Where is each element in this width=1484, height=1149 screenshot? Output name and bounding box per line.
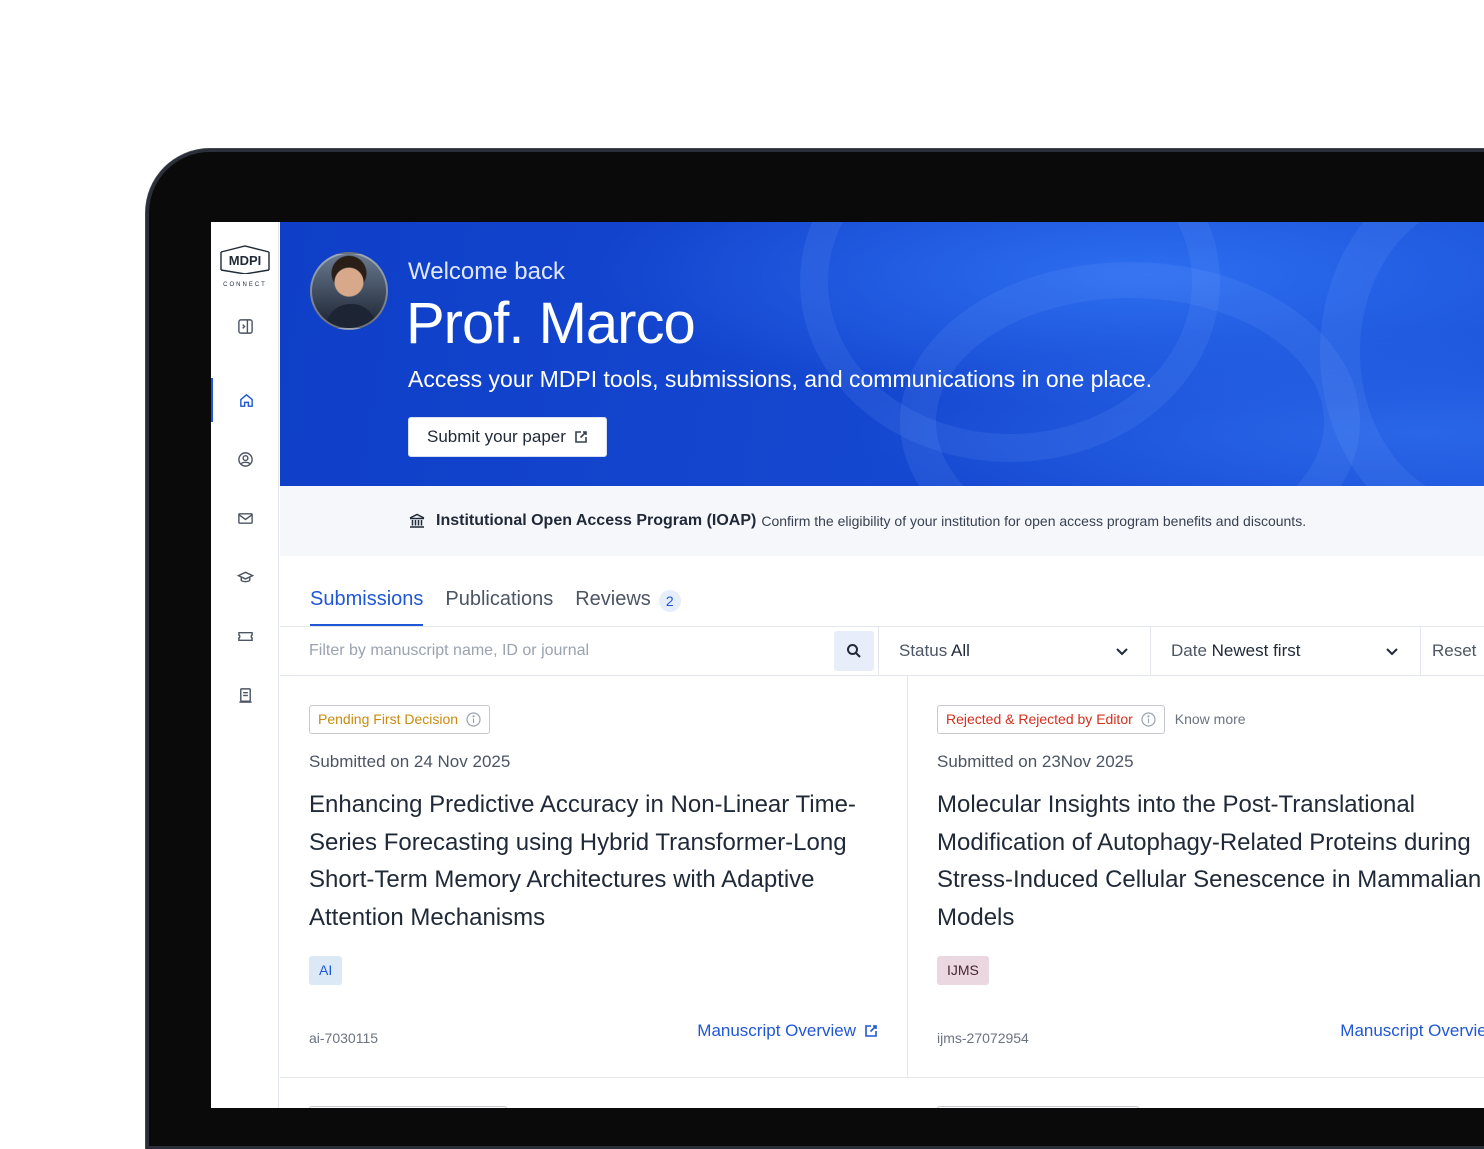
reviews-count-badge: 2: [658, 590, 681, 612]
home-icon: [239, 393, 253, 407]
sidebar-item-education[interactable]: [211, 555, 279, 599]
mdpi-logo[interactable]: MDPI CONNECT: [219, 244, 271, 292]
search-field: [280, 627, 879, 675]
tab-reviews[interactable]: Reviews 2: [575, 582, 681, 626]
sidebar-toggle[interactable]: [211, 304, 279, 348]
user-circle-icon: [237, 451, 253, 467]
info-icon[interactable]: [1141, 711, 1156, 727]
status-filter-value: All: [951, 641, 970, 660]
sidebar-item-messages[interactable]: [211, 496, 279, 540]
user-name: Prof. Marco: [406, 291, 696, 356]
tab-submissions[interactable]: Submissions: [310, 582, 424, 626]
ticket-icon: [237, 631, 253, 641]
sidebar-item-home[interactable]: [211, 378, 279, 422]
know-more-link[interactable]: Know more: [1175, 711, 1246, 727]
hero-tagline: Access your MDPI tools, submissions, and…: [408, 366, 1152, 392]
date-sort-select[interactable]: Date Newest first: [1151, 627, 1421, 675]
submission-card: Rejected & Rejected by Editor Know more …: [908, 676, 1484, 1078]
content-tabs: Submissions Publications Reviews 2: [310, 582, 681, 626]
reset-filters-button[interactable]: Reset: [1421, 627, 1476, 675]
overview-label: Manuscript Overview: [697, 1021, 856, 1040]
submission-list: Pending First Decision Submitted on 24 N…: [280, 676, 1484, 1108]
mdpi-logo-mark: MDPI: [220, 245, 270, 274]
tab-label: Submissions: [310, 588, 424, 610]
search-icon: [847, 644, 861, 658]
app-screen: MDPI CONNECT Welcome back Prof. Marco Ac…: [211, 222, 1484, 1108]
external-link-icon: [575, 431, 587, 443]
manuscript-title[interactable]: Molecular Insights into the Post-Transla…: [937, 786, 1484, 936]
journal-tag: AI: [309, 956, 343, 985]
ioap-title: Institutional Open Access Program (IOAP): [436, 512, 757, 529]
tab-label: Publications: [445, 588, 554, 610]
tab-label: Reviews: [575, 588, 651, 610]
date-sort-label: Date: [1171, 641, 1207, 660]
document-icon: [238, 687, 252, 703]
manuscript-overview-link[interactable]: Manuscript Overview: [697, 1021, 878, 1041]
info-icon[interactable]: [466, 711, 481, 727]
submission-card: Pending First Decision Submitted on 24 N…: [280, 676, 908, 1078]
ioap-banner[interactable]: Institutional Open Access Program (IOAP)…: [280, 486, 1484, 556]
logo-subtext: CONNECT: [223, 282, 267, 288]
journal-tag: IJMS: [937, 956, 989, 985]
chevron-down-icon: [1386, 648, 1398, 656]
sidebar-item-documents[interactable]: [211, 673, 279, 717]
external-link-icon: [865, 1025, 877, 1037]
ioap-description: Confirm the eligibility of your institut…: [761, 513, 1307, 529]
manuscript-title[interactable]: Enhancing Predictive Accuracy in Non-Lin…: [309, 786, 879, 936]
status-text: Pending First Decision: [318, 711, 459, 727]
panel-toggle-icon: [237, 318, 253, 334]
logo-text: MDPI: [229, 253, 262, 268]
submit-paper-label: Submit your paper: [427, 427, 566, 446]
status-text: Rejected & Rejected by Editor: [946, 711, 1133, 727]
submission-date: Submitted on 23Nov 2025: [937, 752, 1134, 771]
welcome-text: Welcome back: [408, 258, 565, 285]
status-filter-label: Status: [899, 641, 948, 660]
graduation-cap-icon: [236, 571, 254, 582]
manuscript-overview-link[interactable]: Manuscript Overview: [1340, 1021, 1484, 1041]
sidebar-item-vouchers[interactable]: [211, 614, 279, 658]
search-button[interactable]: [834, 631, 874, 671]
status-badge: Rejected & Rejected by Editor: [937, 704, 1165, 734]
chevron-down-icon: [1116, 648, 1128, 656]
avatar[interactable]: [310, 252, 388, 330]
status-badge: Pending First Decision: [309, 704, 491, 734]
search-input[interactable]: [280, 642, 800, 660]
mail-icon: [237, 512, 253, 524]
sidebar: MDPI CONNECT: [211, 222, 279, 1108]
date-sort-value: Newest first: [1211, 641, 1301, 660]
sidebar-item-profile[interactable]: [211, 437, 279, 481]
status-filter-select[interactable]: Status All: [879, 627, 1151, 675]
hero-decoration: [1320, 222, 1484, 486]
submission-date: Submitted on 24 Nov 2025: [309, 752, 511, 771]
overview-label: Manuscript Overview: [1340, 1021, 1484, 1040]
submit-paper-button[interactable]: Submit your paper: [408, 417, 607, 457]
welcome-hero: Welcome back Prof. Marco Access your MDP…: [280, 222, 1484, 486]
manuscript-id: ijms-27072954: [937, 1030, 1029, 1046]
filter-bar: Status All Date Newest first Reset: [280, 626, 1484, 676]
tab-publications[interactable]: Publications: [445, 582, 553, 626]
institution-icon: [409, 513, 425, 528]
manuscript-id: ai-7030115: [309, 1030, 379, 1046]
